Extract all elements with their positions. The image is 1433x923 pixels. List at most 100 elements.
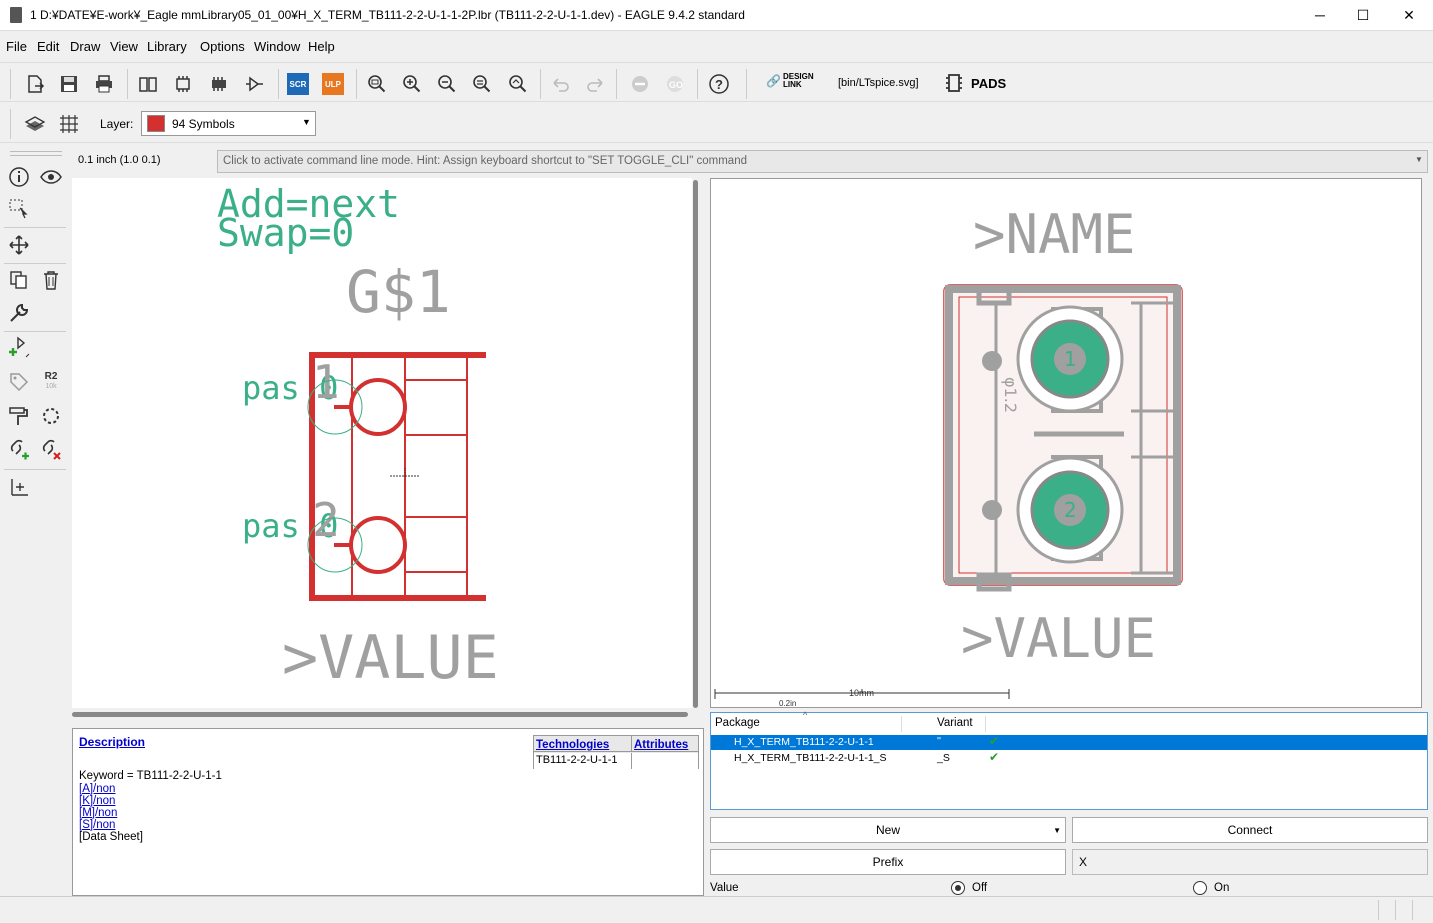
minimize-button[interactable]: ─ [1297,0,1343,31]
command-line-input[interactable]: Click to activate command line mode. Hin… [217,150,1428,173]
link-s[interactable]: [S]/non [79,819,115,831]
stop-icon[interactable] [627,71,653,97]
redo-icon[interactable] [582,71,608,97]
design-link-button[interactable]: 🔗 DESIGN LINK [766,73,814,89]
command-toolbar: R2 10k [0,145,70,895]
help-icon[interactable]: ? [706,71,732,97]
move-icon[interactable] [6,232,32,258]
grid-info: 0.1 inch (1.0 0.1) [78,154,161,166]
ratsnest-icon[interactable] [38,403,64,429]
sort-caret-icon: ^ [803,710,808,720]
menu-library[interactable]: Library [147,39,187,54]
vertical-scrollbar[interactable] [693,180,698,708]
attribute-cell[interactable] [632,753,698,769]
datasheet-text: [Data Sheet] [79,831,143,843]
save-icon[interactable] [56,71,82,97]
menu-draw[interactable]: Draw [70,39,100,54]
group-select-icon[interactable] [6,196,32,222]
gate-name: G$1 [346,258,451,326]
column-package[interactable]: Package [715,717,760,729]
menu-bar: File Edit Draw View Library Options Wind… [0,36,1433,58]
name-tag-icon[interactable] [6,369,32,395]
value-on-radio[interactable] [1193,881,1207,895]
package-name-placeholder: >NAME [973,203,1136,266]
prefix-button[interactable]: Prefix [710,849,1066,875]
maximize-button[interactable]: ☐ [1340,0,1386,31]
pads-button[interactable]: PADS [945,73,1006,93]
show-eye-icon[interactable] [38,164,64,190]
dimension-icon[interactable] [6,473,32,499]
symbol-icon[interactable] [242,71,268,97]
chevron-down-icon: ▼ [1053,825,1061,835]
info-icon[interactable] [6,164,32,190]
package-row-name: H_X_TERM_TB111-2-2-U-1-1_S [734,752,887,764]
zoom-in-icon[interactable] [399,71,425,97]
link-icon: 🔗 [766,74,781,88]
new-button[interactable]: New ▼ [710,817,1066,843]
prefix-field[interactable]: X [1072,849,1428,875]
package-value-placeholder: >VALUE [961,607,1156,670]
dimension-text: φ1.2 [1001,377,1020,413]
footprint-drawing [943,284,1183,592]
description-link[interactable]: Description [79,735,145,749]
menu-options[interactable]: Options [200,39,245,54]
grid-icon[interactable] [56,111,82,137]
new-file-icon[interactable] [22,71,48,97]
package-row[interactable]: H_X_TERM_TB111-2-2-U-1-1_S _S ✔ [711,750,1427,766]
horizontal-scrollbar[interactable] [72,712,688,717]
menu-edit[interactable]: Edit [37,39,59,54]
connect-button[interactable]: Connect [1072,817,1428,843]
column-variant[interactable]: Variant [937,717,973,729]
link-m[interactable]: [M]/non [79,807,117,819]
swap-text: Swap=0 [217,211,354,255]
menu-view[interactable]: View [110,39,138,54]
value-off-label: Off [972,882,988,894]
layer-select[interactable]: 94 Symbols ▼ [141,111,316,136]
go-icon[interactable]: GO [662,71,688,97]
menu-help[interactable]: Help [308,39,335,54]
zoom-redraw-icon[interactable] [469,71,495,97]
attributes-header[interactable]: Attributes [634,739,688,751]
close-button[interactable]: ✕ [1386,0,1432,31]
ulp-icon[interactable]: ULP [320,71,346,97]
scale-right-label: 10mm [849,688,874,698]
pad2-label: 2 [1064,498,1077,522]
link-a[interactable]: [A]/non [79,783,115,795]
paint-roller-icon[interactable] [6,403,32,429]
library-book-icon[interactable] [135,71,161,97]
menu-file[interactable]: File [6,39,27,54]
change-wrench-icon[interactable] [6,300,32,326]
technology-cell[interactable]: TB111-2-2-U-1-1 [534,753,632,769]
package-icon[interactable] [170,71,196,97]
package-list[interactable]: Package ^ Variant H_X_TERM_TB111-2-2-U-1… [710,710,1428,810]
svg-text:?: ? [715,77,723,92]
delete-trash-icon[interactable] [38,267,64,293]
package-row-name: H_X_TERM_TB111-2-2-U-1-1 [734,736,874,748]
package-row-variant: _S [937,752,950,764]
package-row[interactable]: H_X_TERM_TB111-2-2-U-1-1 '' ✔ [711,734,1427,750]
chevron-down-icon[interactable]: ▼ [1415,155,1423,164]
zoom-select-icon[interactable] [505,71,531,97]
copy-icon[interactable] [6,267,32,293]
zoom-fit-icon[interactable] [364,71,390,97]
print-icon[interactable] [91,71,117,97]
window-title: 1 D:¥DATE¥E-work¥_Eagle mmLibrary05_01_0… [30,8,745,22]
script-icon[interactable]: SCR [285,71,311,97]
ltspice-button[interactable]: [bin/LTspice.svg] [838,77,919,89]
value-r2-icon[interactable]: R2 10k [38,369,64,395]
description-panel: Description Keyword = TB111-2-2-U-1-1 [A… [72,728,704,896]
technologies-header[interactable]: Technologies [536,739,609,751]
device-icon[interactable] [206,71,232,97]
link-k[interactable]: [K]/non [79,795,115,807]
zoom-out-icon[interactable] [434,71,460,97]
menu-window[interactable]: Window [254,39,300,54]
symbol-canvas[interactable]: Add=next Swap=0 G$1 >VALUE pas 0 1 pas 0… [72,178,692,708]
undo-icon[interactable] [548,71,574,97]
value-placeholder: >VALUE [282,623,499,693]
add-gate-icon[interactable] [6,335,32,361]
connect-add-icon[interactable] [6,437,32,463]
layers-icon[interactable] [22,111,48,137]
disconnect-icon[interactable] [38,437,64,463]
status-bar [0,896,1433,923]
value-off-radio[interactable] [951,881,965,895]
